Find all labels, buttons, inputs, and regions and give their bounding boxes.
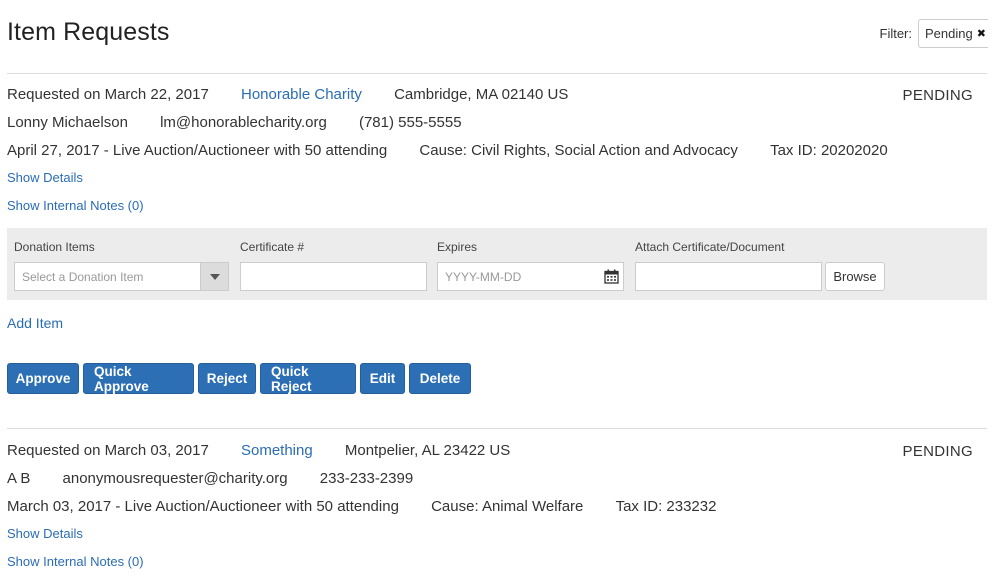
contact-phone: (781) 555-5555 [358,114,462,131]
contact-name: Lonny Michaelson [7,114,128,131]
status-badge: PENDING [902,443,973,460]
donation-item-select[interactable]: Select a Donation Item [14,262,229,291]
show-internal-notes-link[interactable]: Show Internal Notes (0) [7,198,144,213]
certificate-number-input[interactable] [240,262,427,291]
event-line: April 27, 2017 - Live Auction/Auctioneer… [7,142,888,159]
add-item-link[interactable]: Add Item [7,315,63,331]
chevron-down-icon[interactable] [200,263,228,290]
filter-chip[interactable]: Pending ✖ [918,19,988,48]
filter-bar: Filter: Pending ✖ [879,19,988,48]
page-title: Item Requests [7,18,170,46]
donation-items-panel: Donation Items Certificate # Expires Att… [7,228,987,300]
contact-phone: 233-233-2399 [319,470,414,487]
quick-reject-button[interactable]: Quick Reject [260,363,356,394]
request-header: Requested on March 22, 2017 Honorable Ch… [7,86,568,103]
expires-placeholder: YYYY-MM-DD [445,269,522,284]
divider [7,428,987,429]
contact-email: anonymousrequester@charity.org [62,470,288,487]
location: Cambridge, MA 02140 US [394,86,569,103]
donation-item-select-placeholder: Select a Donation Item [22,269,144,284]
col-label-certificate: Certificate # [240,240,305,254]
event-line: March 03, 2017 - Live Auction/Auctioneer… [7,498,716,515]
attach-file-input[interactable] [635,262,822,291]
show-details-link[interactable]: Show Details [7,526,83,541]
filter-value: Pending [925,26,973,41]
contact-line: Lonny Michaelson lm@honorablecharity.org… [7,114,462,131]
browse-button[interactable]: Browse [825,262,885,291]
organization-link[interactable]: Something [241,442,313,459]
organization-link[interactable]: Honorable Charity [241,86,362,103]
col-label-expires: Expires [437,240,478,254]
cause: Cause: Civil Rights, Social Action and A… [419,142,738,159]
location: Montpelier, AL 23422 US [344,442,511,459]
requested-on: Requested on March 22, 2017 [7,86,209,103]
contact-name: A B [7,470,31,487]
cause: Cause: Animal Welfare [431,498,584,515]
quick-approve-button[interactable]: Quick Approve [83,363,194,394]
clear-filter-icon[interactable]: ✖ [977,27,986,40]
tax-id: Tax ID: 233232 [615,498,717,515]
show-internal-notes-link[interactable]: Show Internal Notes (0) [7,554,144,569]
approve-button[interactable]: Approve [7,363,79,394]
calendar-icon[interactable] [604,269,619,284]
edit-button[interactable]: Edit [360,363,405,394]
reject-button[interactable]: Reject [198,363,256,394]
divider [7,73,987,74]
expires-date-input[interactable]: YYYY-MM-DD [437,262,624,291]
delete-button[interactable]: Delete [409,363,471,394]
status-badge: PENDING [902,87,973,104]
contact-line: A B anonymousrequester@charity.org 233-2… [7,470,413,487]
col-label-attach: Attach Certificate/Document [635,240,785,254]
filter-label: Filter: [879,26,913,41]
event-info: April 27, 2017 - Live Auction/Auctioneer… [7,142,388,159]
action-buttons: Approve Quick Approve Reject Quick Rejec… [7,363,471,394]
event-info: March 03, 2017 - Live Auction/Auctioneer… [7,498,399,515]
tax-id: Tax ID: 20202020 [770,142,888,159]
col-label-donation-items: Donation Items [14,240,95,254]
contact-email: lm@honorablecharity.org [160,114,327,131]
requested-on: Requested on March 03, 2017 [7,442,209,459]
request-header: Requested on March 03, 2017 Something Mo… [7,442,510,459]
show-details-link[interactable]: Show Details [7,170,83,185]
